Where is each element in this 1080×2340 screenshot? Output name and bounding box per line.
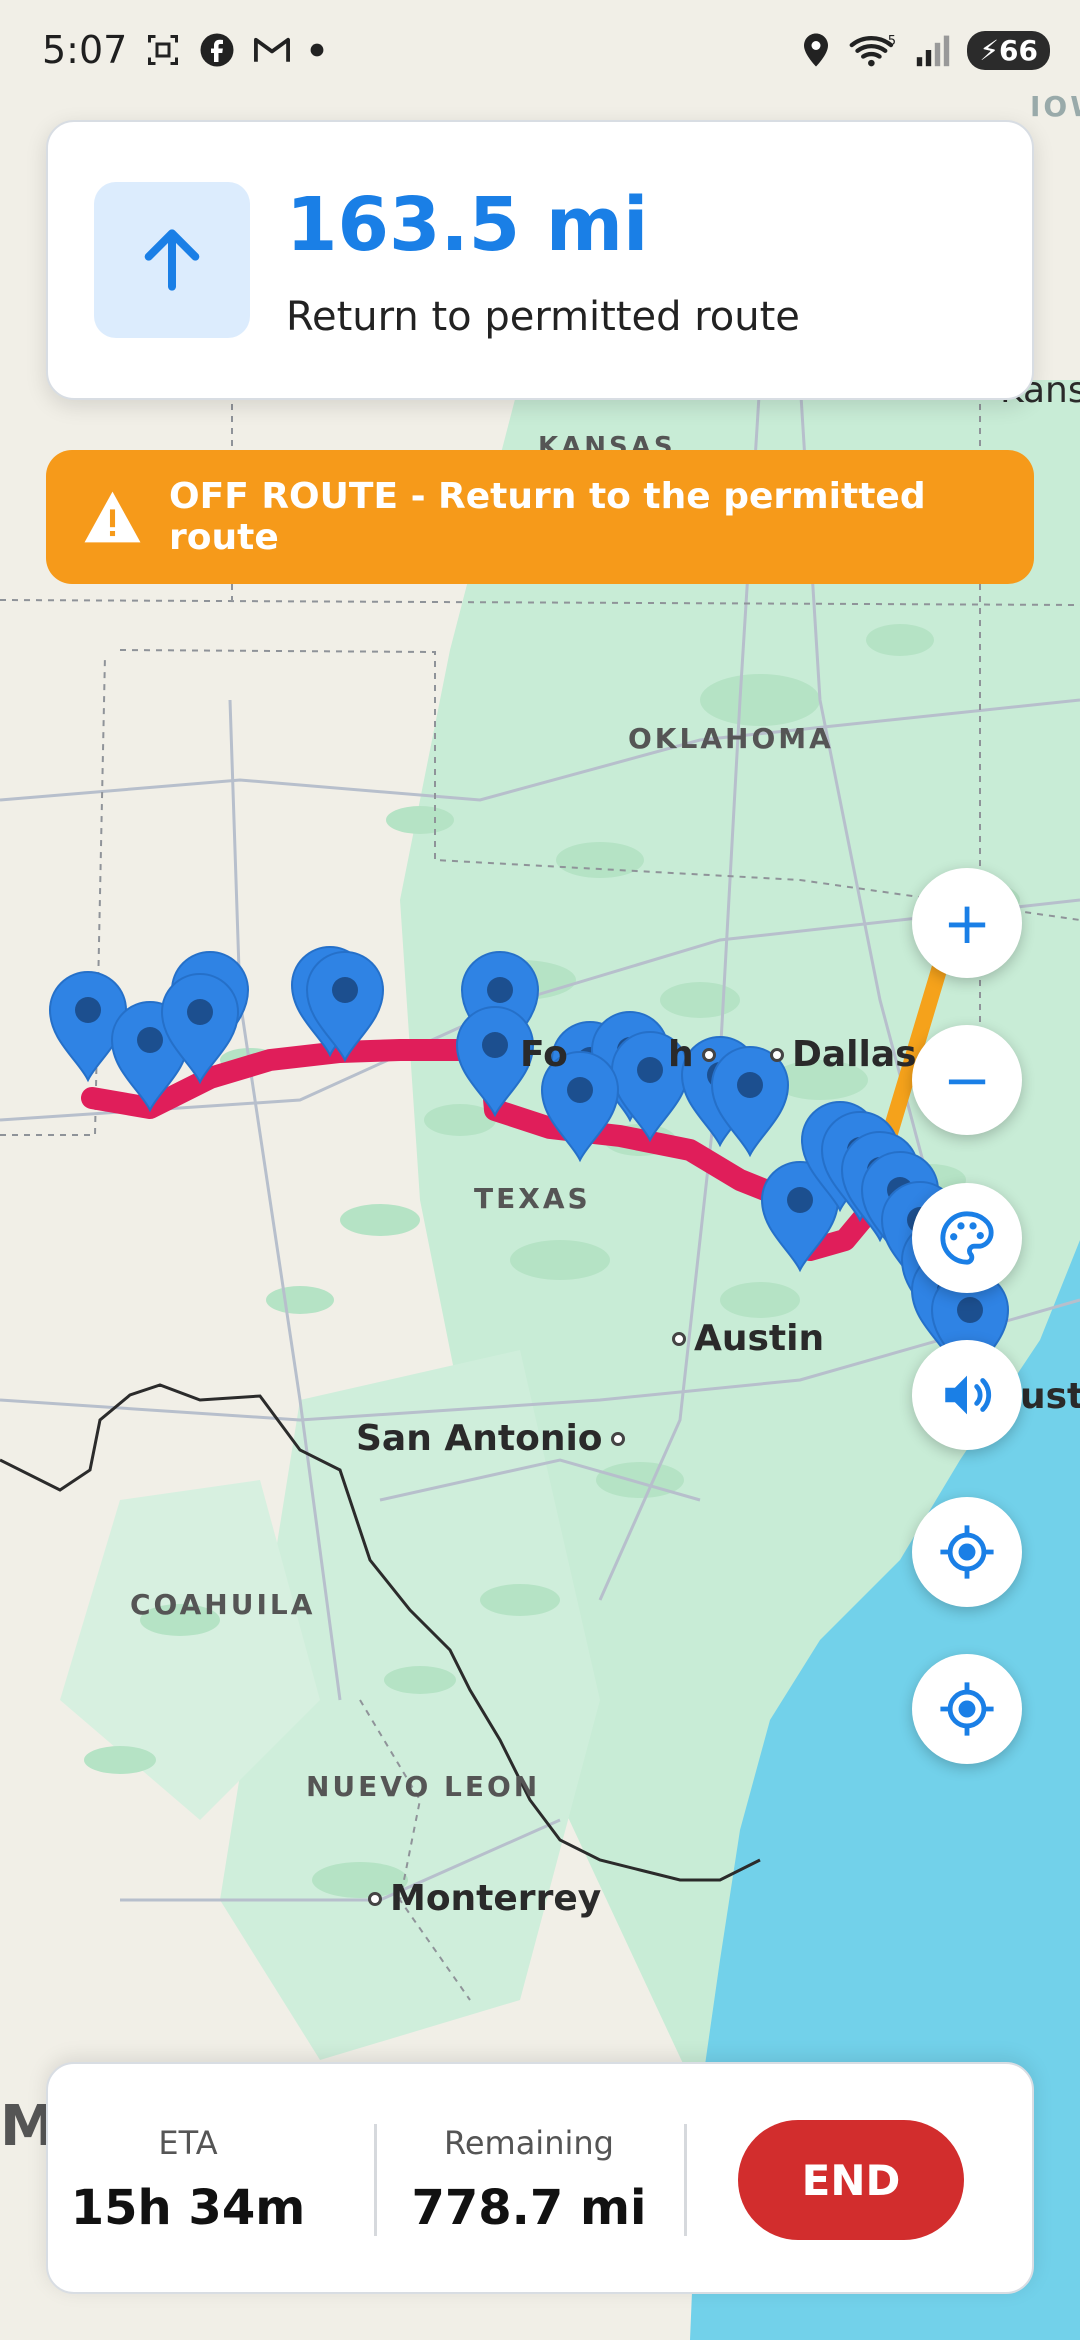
waypoint-marker-center: [637, 1057, 663, 1083]
city-label-fort-worth-partial-h: h: [668, 1034, 716, 1075]
city-dot: [672, 1331, 686, 1346]
city-name-fragment-h: h: [668, 1034, 694, 1075]
end-navigation-button[interactable]: END: [738, 2120, 964, 2240]
city-label-dallas: Dallas: [770, 1034, 917, 1075]
screenshot-icon: [145, 32, 181, 68]
off-route-banner: OFF ROUTE - Return to the permitted rout…: [46, 450, 1034, 584]
status-right: 5 ⚡66: [801, 30, 1050, 70]
turn-instruction: Return to permitted route: [286, 294, 800, 340]
volume-icon: [945, 1375, 992, 1415]
off-route-message: OFF ROUTE - Return to the permitted rout…: [169, 476, 926, 558]
recenter-icon: [940, 1525, 994, 1579]
palette-icon: [940, 1211, 994, 1265]
status-bar: 5:07 5 ⚡66: [0, 0, 1080, 100]
battery-level: 66: [999, 33, 1038, 67]
location-icon: [801, 32, 831, 68]
trip-summary-panel: ETA 15h 34m Remaining 778.7 mi END: [46, 2062, 1034, 2294]
waypoint-marker-center: [332, 977, 358, 1003]
remaining-value: 778.7 mi: [411, 2180, 647, 2236]
waypoint-marker-center: [787, 1187, 813, 1213]
region-label-oklahoma: OKLAHOMA: [628, 722, 834, 755]
wifi-badge: 5: [888, 34, 896, 49]
city-name-monterrey: Monterrey: [390, 1878, 602, 1919]
my-location-button[interactable]: [912, 1654, 1022, 1764]
city-dot: [610, 1431, 625, 1446]
waypoint-marker-center: [487, 977, 513, 1003]
facebook-icon: [199, 32, 235, 68]
region-label-nuevo-leon: NUEVO LEON: [306, 1770, 541, 1803]
my-location-icon: [940, 1682, 994, 1736]
region-label-texas: TEXAS: [474, 1182, 591, 1215]
remaining-label: Remaining: [444, 2124, 614, 2162]
recenter-button[interactable]: [912, 1497, 1022, 1607]
waypoint-marker-center: [187, 999, 213, 1025]
distance-to-turn: 163.5 mi: [286, 182, 649, 268]
city-dot: [368, 1891, 382, 1906]
city-dot: [770, 1047, 784, 1062]
battery-indicator: ⚡66: [967, 30, 1050, 70]
city-name-san-antonio: San Antonio: [356, 1418, 603, 1459]
city-label-fort-worth-partial: Fo: [520, 1034, 568, 1075]
city-dot: [701, 1047, 716, 1062]
direction-arrow-box: [94, 182, 250, 338]
city-name-dallas: Dallas: [792, 1034, 917, 1075]
remaining-stat: Remaining 778.7 mi: [384, 2064, 674, 2296]
city-label-houston-partial: ust: [1020, 1376, 1080, 1417]
stat-divider: [374, 2124, 377, 2236]
eta-stat: ETA 15h 34m: [48, 2064, 328, 2296]
city-name-austin: Austin: [694, 1318, 825, 1359]
zoom-in-button[interactable]: +: [912, 868, 1022, 978]
waypoint-marker-center: [75, 997, 101, 1023]
dot-icon: [309, 42, 325, 58]
map-style-button[interactable]: [912, 1183, 1022, 1293]
region-label-coahuila: COAHUILA: [130, 1588, 316, 1621]
plus-icon: +: [942, 889, 992, 957]
zoom-out-button[interactable]: −: [912, 1025, 1022, 1135]
signal-icon: [915, 32, 951, 68]
gmail-icon: [253, 32, 291, 68]
city-name-fragment-fo: Fo: [520, 1034, 568, 1075]
waypoint-marker-center: [567, 1077, 593, 1103]
waypoint-marker-center: [737, 1072, 763, 1098]
stat-divider: [684, 2124, 687, 2236]
wifi-icon: 5: [847, 32, 899, 68]
waypoint-marker-center: [482, 1032, 508, 1058]
city-label-monterrey: Monterrey: [368, 1878, 601, 1919]
city-label-san-antonio: San Antonio: [356, 1418, 625, 1459]
waypoint-marker-center: [137, 1027, 163, 1053]
eta-label: ETA: [158, 2124, 218, 2162]
city-label-austin: Austin: [672, 1318, 824, 1359]
waypoint-marker-center: [957, 1297, 983, 1323]
eta-value: 15h 34m: [70, 2180, 306, 2236]
voice-toggle-button[interactable]: [912, 1340, 1022, 1450]
status-time: 5:07: [42, 28, 128, 72]
minus-icon: −: [942, 1046, 992, 1114]
arrow-up-icon: [144, 229, 200, 291]
navigation-card: 163.5 mi Return to permitted route: [46, 120, 1034, 400]
warning-icon: [84, 491, 141, 543]
status-left: 5:07: [42, 28, 325, 72]
